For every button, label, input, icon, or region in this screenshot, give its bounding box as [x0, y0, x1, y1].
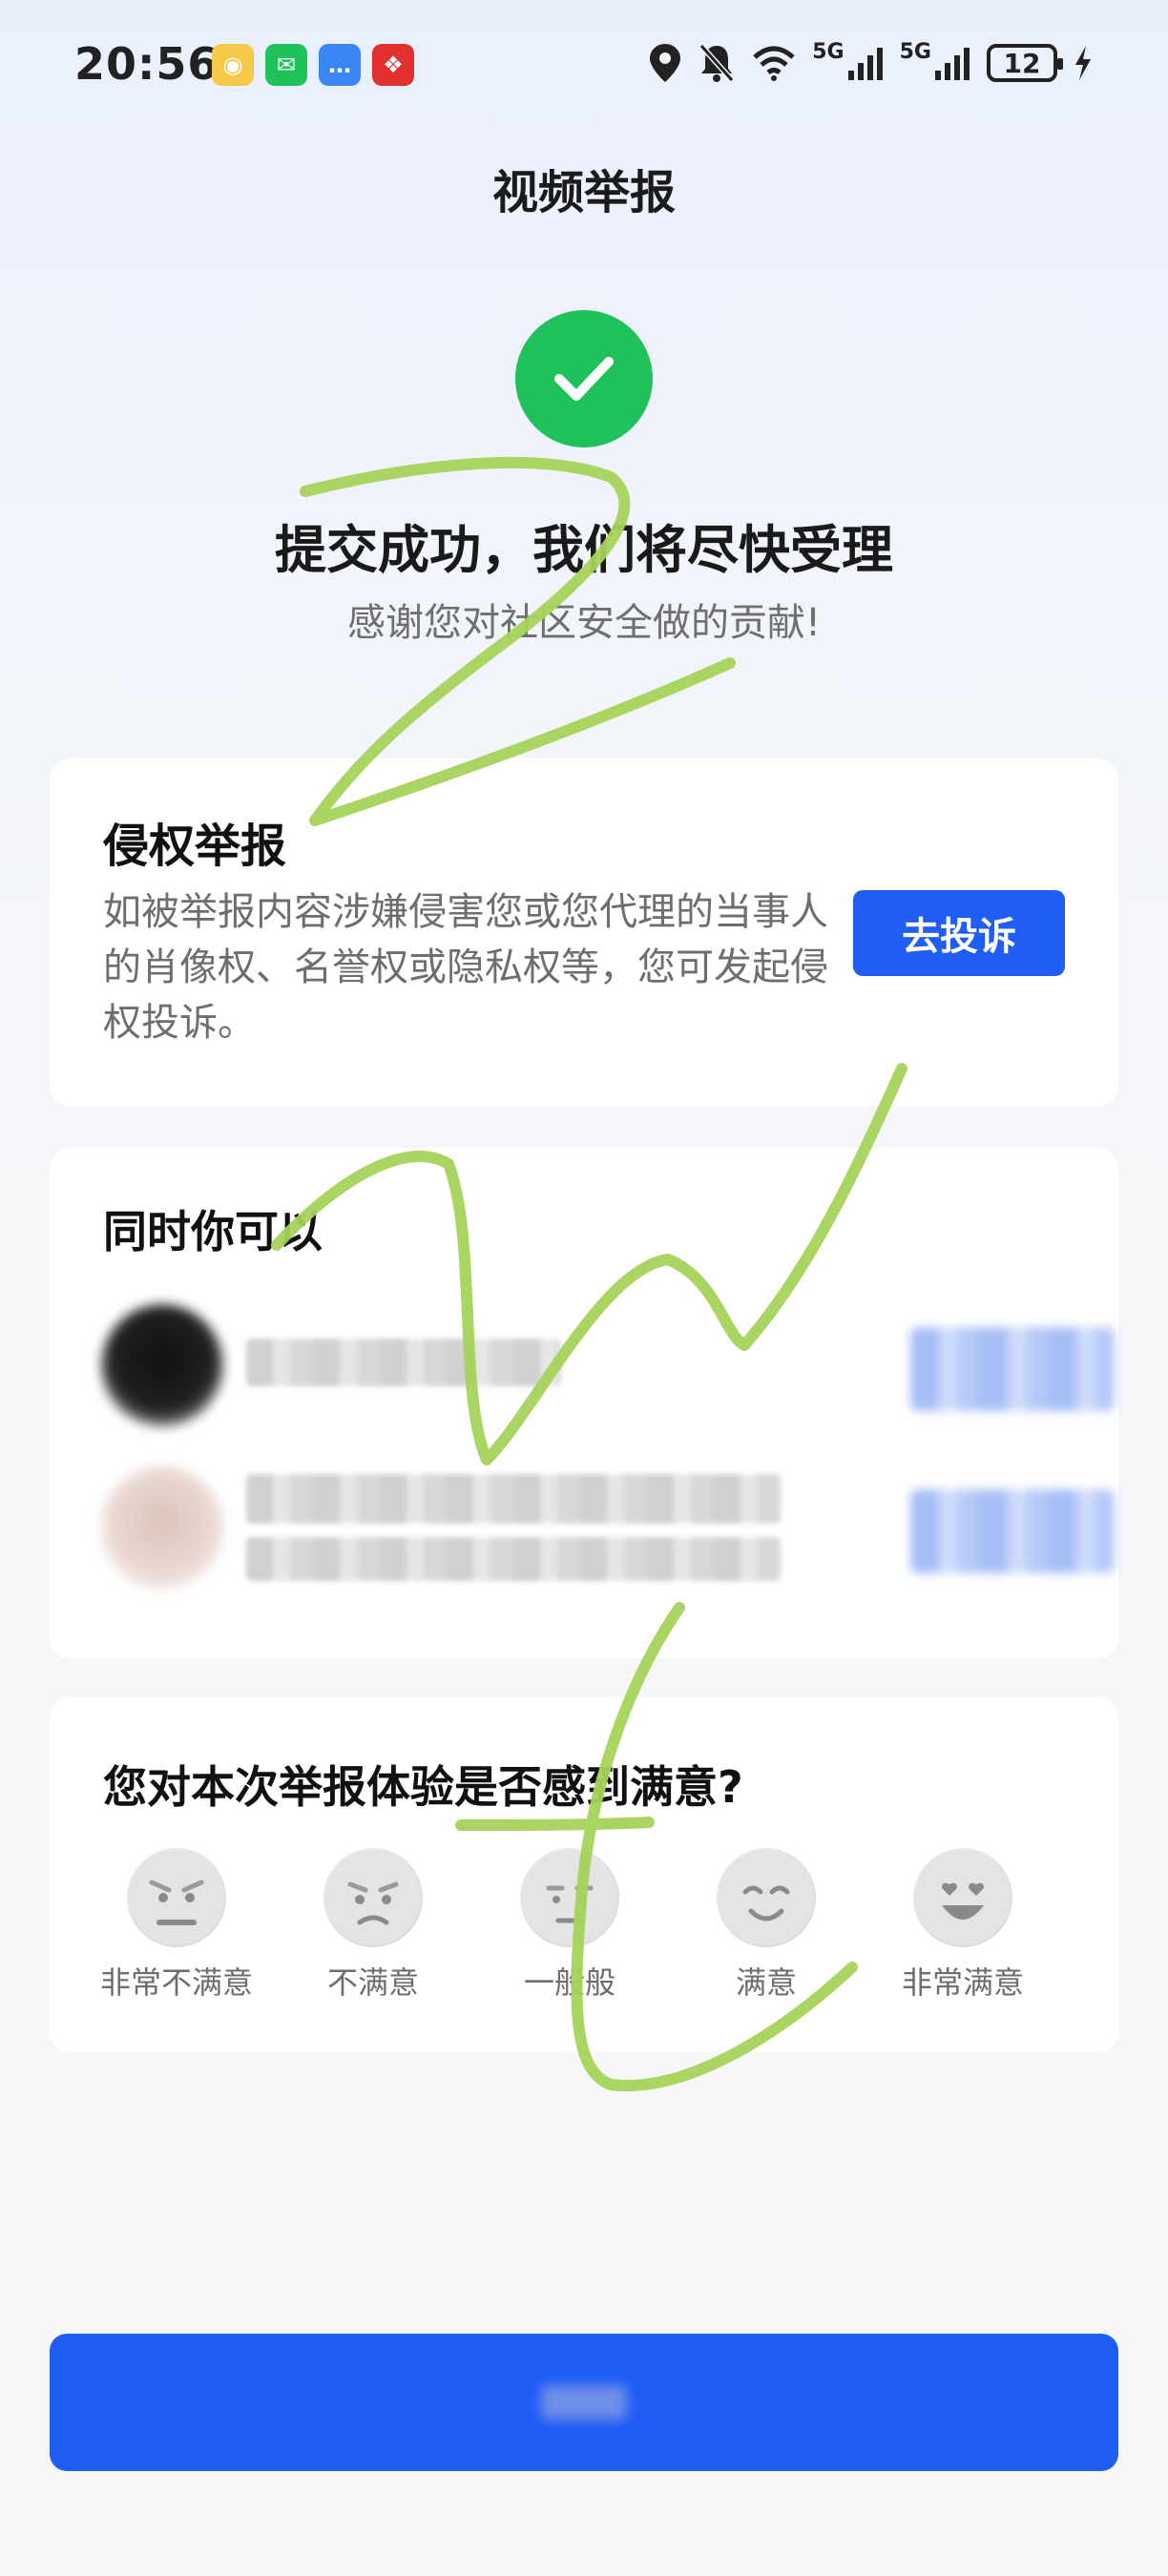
mute-bell-icon — [699, 44, 735, 82]
smile-face-icon — [717, 1848, 816, 1947]
blurred-button-label — [541, 2385, 627, 2420]
success-title: 提交成功，我们将尽快受理 — [275, 520, 893, 580]
message-icon: … — [319, 44, 361, 86]
battery-indicator: 12 — [987, 44, 1063, 82]
status-bar: 20:56 ◉ ✉ … ❖ 5G 5G 12 — [0, 0, 1168, 134]
avatar — [101, 1466, 223, 1589]
notification-icons: ◉ ✉ … ❖ — [212, 44, 414, 86]
rating-label: 满意 — [735, 1964, 797, 2001]
rights-card-title: 侵权举报 — [103, 820, 287, 873]
rating-very-dissatisfied[interactable]: 非常不满意 — [78, 1848, 275, 2003]
wechat-icon: ✉ — [265, 44, 307, 86]
rating-very-satisfied[interactable]: 非常满意 — [865, 1848, 1061, 2003]
rating-label: 非常不满意 — [99, 1964, 253, 2001]
blurred-text — [246, 1339, 561, 1386]
blurred-action-button[interactable] — [910, 1327, 1115, 1411]
blurred-text — [246, 1474, 781, 1524]
rating-label: 一般般 — [523, 1964, 615, 2001]
signal-icon-1 — [847, 48, 883, 80]
sad-face-icon — [323, 1848, 423, 1947]
page-title: 视频举报 — [491, 166, 676, 219]
very-angry-face-icon — [127, 1848, 226, 1947]
bottom-primary-button[interactable] — [50, 2334, 1118, 2471]
weibo-icon: ◉ — [212, 44, 254, 86]
list-item[interactable] — [84, 1291, 1115, 1444]
network-type-2: 5G — [899, 39, 931, 64]
system-icons: 5G 5G 12 — [648, 39, 1094, 84]
rating-neutral[interactable]: 一般般 — [471, 1848, 668, 2003]
signal-icon-2 — [935, 48, 970, 80]
battery-level: 12 — [1003, 47, 1041, 79]
rating-satisfied[interactable]: 满意 — [668, 1848, 865, 2003]
neutral-face-icon — [520, 1848, 619, 1947]
wifi-icon — [753, 46, 795, 81]
charging-icon — [1075, 46, 1091, 80]
rating-options: 非常不满意 不满意 一般般 满意 非常满意 — [78, 1848, 1090, 2003]
blurred-action-button[interactable] — [910, 1489, 1115, 1573]
rights-card-description: 如被举报内容涉嫌侵害您或您代理的当事人的肖像权、名誉权或隐私权等，您可发起侵权投… — [103, 890, 828, 1045]
list-item[interactable] — [84, 1453, 1115, 1606]
rating-label: 非常满意 — [901, 1964, 1024, 2001]
location-icon — [650, 44, 681, 82]
also-card-title: 同时你可以 — [103, 1206, 323, 1257]
also-you-can-card: 同时你可以 — [50, 1148, 1118, 1658]
rating-dissatisfied[interactable]: 不满意 — [275, 1848, 471, 2003]
blurred-text — [246, 1537, 781, 1581]
rights-report-card: 侵权举报 如被举报内容涉嫌侵害您或您代理的当事人的肖像权、名誉权或隐私权等，您可… — [50, 758, 1118, 1107]
network-type-1: 5G — [812, 39, 845, 64]
survey-question: 您对本次举报体验是否感到满意? — [103, 1761, 743, 1813]
status-time: 20:56 — [74, 38, 219, 90]
app-notification-icon: ❖ — [372, 44, 414, 86]
rating-label: 不满意 — [326, 1964, 419, 2001]
avatar — [101, 1304, 223, 1426]
satisfaction-survey-card: 您对本次举报体验是否感到满意? 非常不满意 不满意 一般般 满意 非常满意 — [50, 1697, 1118, 2052]
go-complain-button[interactable]: 去投诉 — [853, 890, 1065, 976]
success-subtitle: 感谢您对社区安全做的贡献! — [346, 601, 822, 645]
heart-eyes-face-icon — [913, 1848, 1012, 1947]
success-check-icon — [515, 310, 653, 447]
